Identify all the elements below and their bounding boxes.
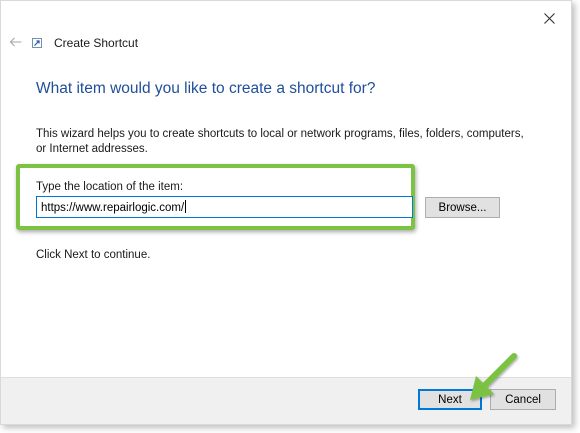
location-label: Type the location of the item: (36, 181, 184, 193)
window-title: Create Shortcut (54, 36, 139, 50)
shortcut-icon (32, 38, 42, 48)
page-heading: What item would you like to create a sho… (36, 80, 376, 97)
location-input-value: https://www.repairlogic.com/ (41, 202, 185, 214)
continue-instruction: Click Next to continue. (36, 249, 151, 261)
location-input[interactable]: https://www.repairlogic.com/ (36, 196, 413, 218)
green-arrow-icon (470, 353, 517, 400)
close-button[interactable] (537, 7, 561, 29)
browse-button[interactable]: Browse... (425, 197, 500, 218)
wizard-description: This wizard helps you to create shortcut… (36, 128, 524, 155)
back-arrow-icon (9, 37, 21, 47)
close-icon (543, 12, 555, 24)
back-button[interactable] (5, 33, 25, 51)
text-caret (185, 200, 187, 213)
